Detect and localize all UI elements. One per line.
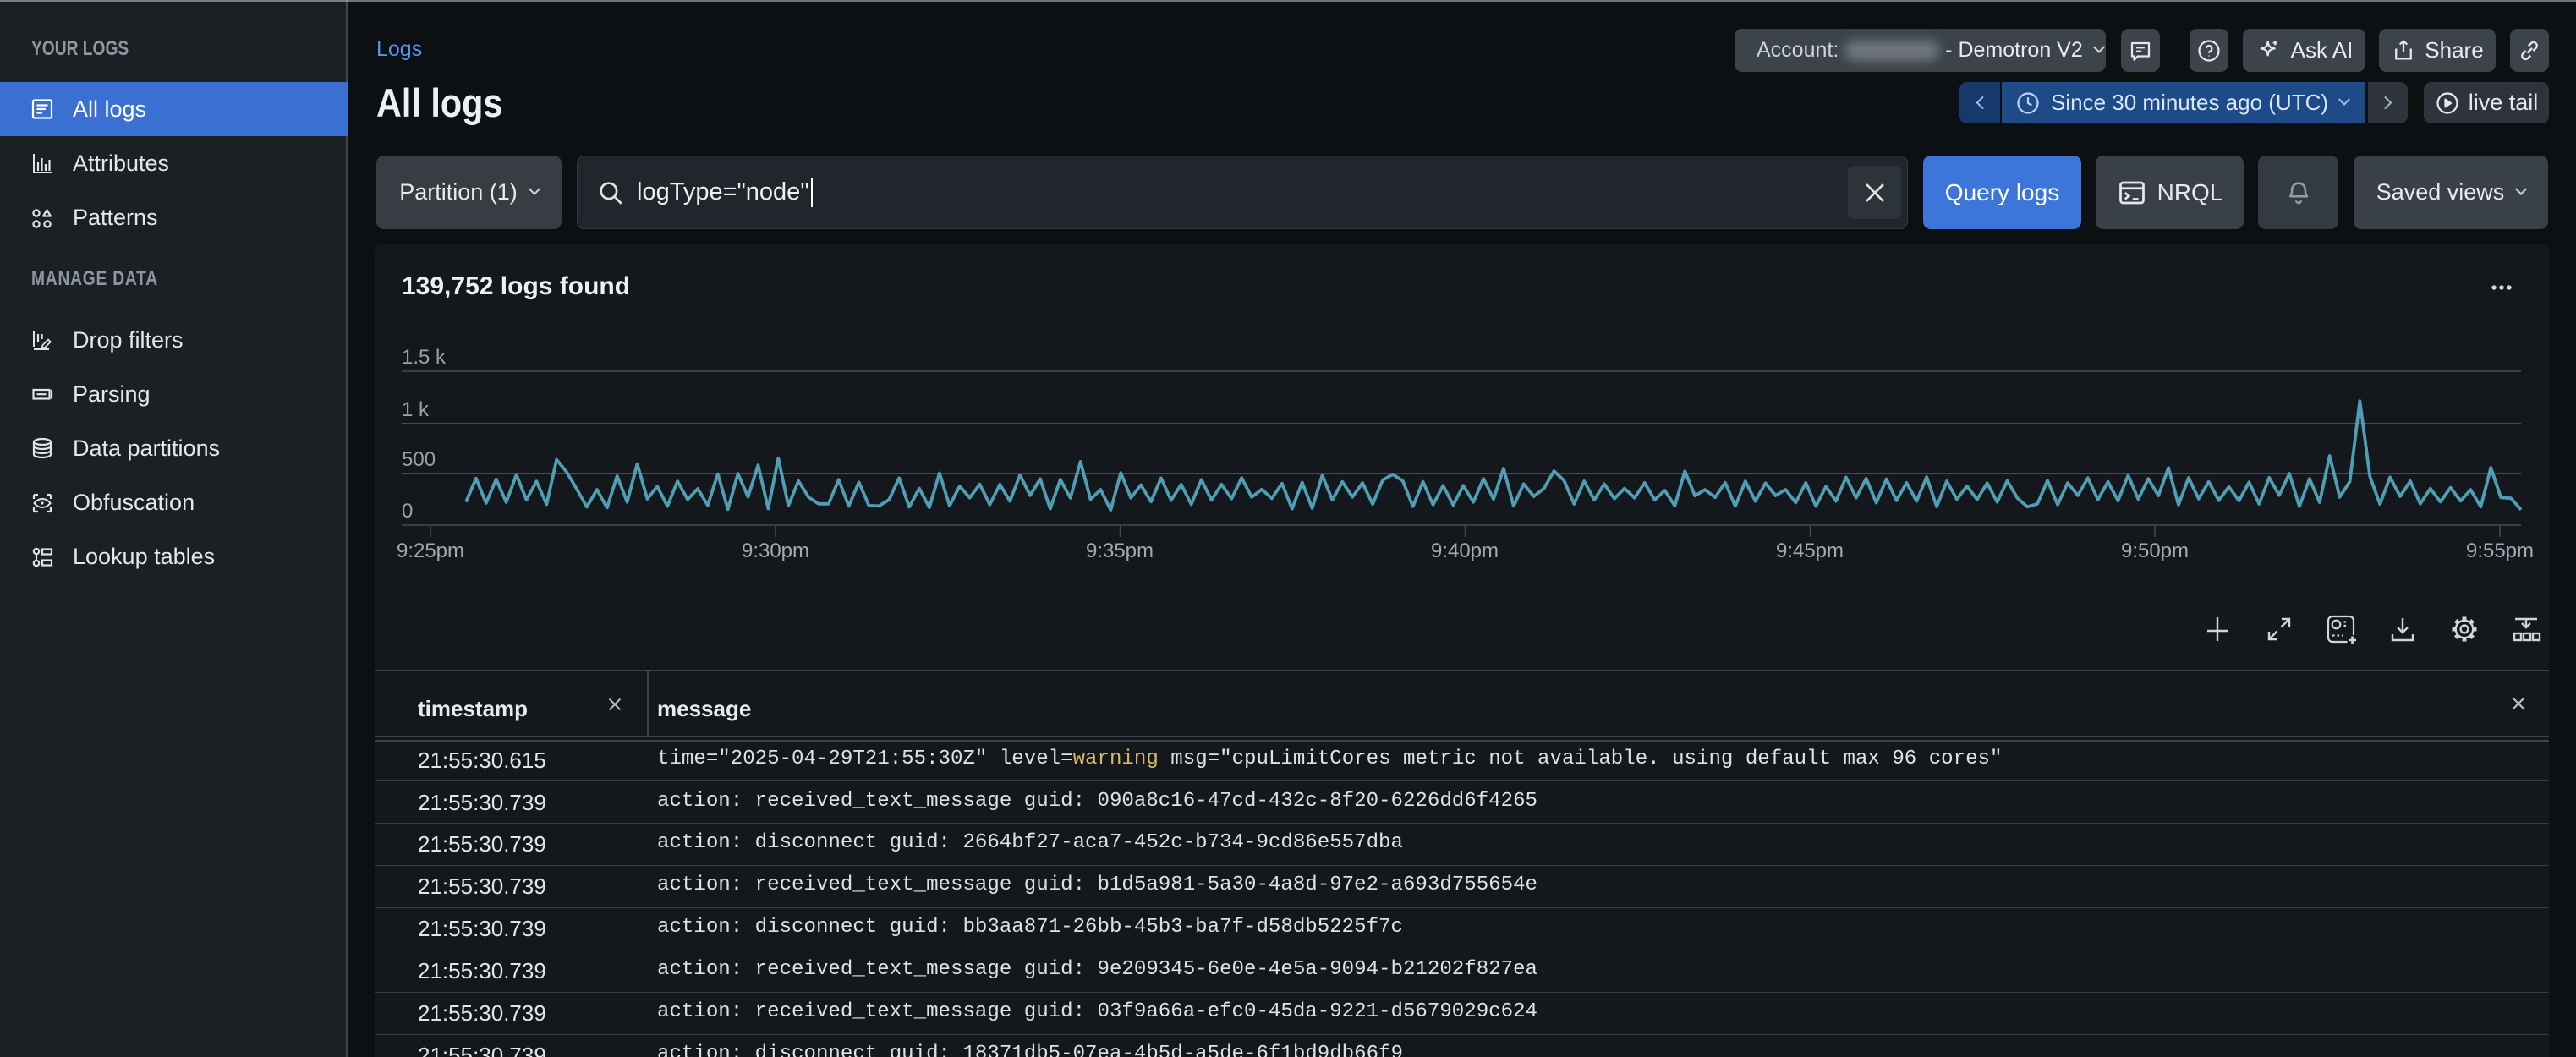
svg-text:1 k: 1 k bbox=[402, 398, 430, 421]
svg-text:9:30pm: 9:30pm bbox=[742, 539, 809, 562]
svg-text:0: 0 bbox=[402, 500, 413, 523]
svg-text:9:35pm: 9:35pm bbox=[1086, 539, 1154, 562]
svg-text:500: 500 bbox=[402, 448, 436, 471]
svg-text:9:50pm: 9:50pm bbox=[2121, 539, 2189, 562]
svg-text:9:40pm: 9:40pm bbox=[1431, 539, 1499, 562]
svg-text:1.5 k: 1.5 k bbox=[402, 346, 447, 369]
svg-text:9:25pm: 9:25pm bbox=[397, 539, 464, 562]
svg-text:9:45pm: 9:45pm bbox=[1776, 539, 1844, 562]
svg-text:9:55pm: 9:55pm bbox=[2466, 539, 2534, 562]
